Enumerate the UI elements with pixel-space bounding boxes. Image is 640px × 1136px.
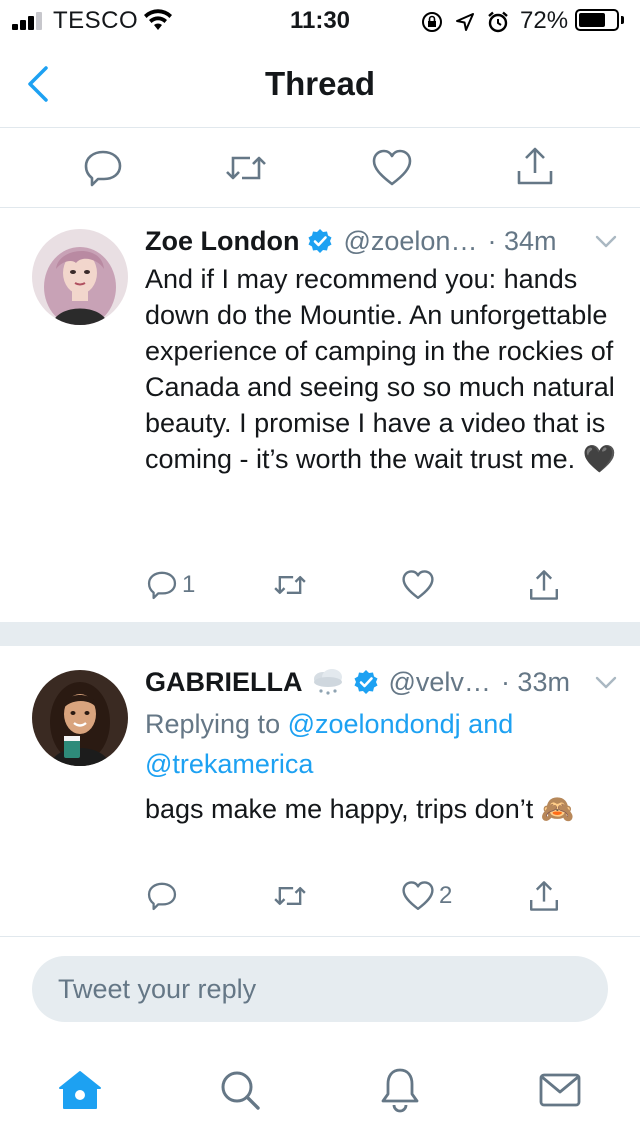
home-icon: [59, 1071, 101, 1109]
like-count: 2: [439, 882, 453, 909]
snow-cloud-emoji-icon: [313, 669, 342, 695]
tweet-gabriella[interactable]: GABRIELLA @velv… · 33m Replying to @zoel…: [0, 646, 640, 936]
reply-icon: [147, 571, 177, 600]
replying-to-user-link[interactable]: @trekamerica: [145, 749, 313, 779]
reply-button[interactable]: [82, 138, 124, 198]
notifications-icon: [381, 1068, 419, 1113]
retweet-button[interactable]: [272, 866, 312, 926]
tab-notifications[interactable]: [370, 1060, 430, 1120]
display-name[interactable]: Zoe London: [145, 226, 299, 257]
verified-badge-icon: [354, 670, 377, 694]
replying-to-joiner[interactable]: and: [468, 709, 513, 739]
tweet-actions: 1: [0, 555, 640, 615]
reply-button[interactable]: 1: [146, 555, 195, 615]
share-button[interactable]: [528, 555, 564, 615]
reply-placeholder: Tweet your reply: [58, 974, 257, 1004]
tweet-actions: 2: [0, 866, 640, 926]
avatar[interactable]: [32, 670, 128, 766]
chevron-down-icon[interactable]: [592, 668, 620, 696]
tweet-reply-input[interactable]: Tweet your reply: [32, 956, 608, 1022]
tweet-text: bags make me happy, trips don’t 🙈: [145, 794, 575, 824]
navigation-header: Thread: [0, 40, 640, 128]
share-icon: [530, 570, 558, 600]
reply-icon: [147, 882, 177, 911]
alarm-icon: [488, 11, 508, 33]
reply-count: 1: [182, 571, 196, 598]
replying-to-user-link[interactable]: @zoelondondj: [288, 709, 461, 739]
battery-percentage: 72%: [520, 7, 569, 34]
tab-home[interactable]: [50, 1060, 110, 1120]
like-icon: [402, 881, 434, 910]
page-title: Thread: [264, 65, 376, 102]
retweet-icon: [226, 156, 266, 180]
share-button[interactable]: [528, 866, 564, 926]
handle[interactable]: @velv…: [389, 667, 491, 698]
retweet-button[interactable]: [272, 555, 312, 615]
battery-icon: [575, 9, 619, 31]
replying-to-label: Replying to: [145, 709, 281, 739]
retweet-icon: [274, 887, 306, 905]
verified-badge-icon: [308, 229, 332, 253]
messages-icon: [539, 1073, 581, 1107]
orientation-lock-icon: [422, 12, 442, 32]
tweet-header: GABRIELLA @velv… · 33m: [145, 664, 620, 700]
tweet-header: Zoe London @zoelon… · 34m: [145, 223, 620, 259]
location-icon: [456, 13, 474, 31]
share-icon: [530, 881, 558, 911]
tab-search[interactable]: [210, 1060, 270, 1120]
search-icon: [221, 1071, 260, 1110]
like-icon: [372, 149, 412, 186]
like-button[interactable]: [371, 138, 413, 198]
display-name[interactable]: GABRIELLA: [145, 667, 303, 698]
handle[interactable]: @zoelon…: [343, 226, 477, 257]
share-icon: [517, 147, 553, 185]
timestamp: · 33m: [500, 666, 570, 697]
tab-messages[interactable]: [530, 1060, 590, 1120]
chevron-down-icon[interactable]: [592, 227, 620, 255]
tweet-text: And if I may recommend you: hands down d…: [145, 264, 617, 474]
status-bar: TESCO 11:30 72%: [0, 0, 640, 40]
share-button[interactable]: [515, 136, 555, 196]
tab-bar: [0, 1050, 640, 1136]
retweet-icon: [274, 576, 306, 594]
thread-separator: [0, 622, 640, 646]
like-icon: [402, 570, 434, 599]
like-button[interactable]: 2: [401, 866, 452, 926]
avatar[interactable]: [32, 229, 128, 325]
timestamp: · 34m: [487, 225, 557, 256]
list-divider: [0, 936, 640, 937]
like-button[interactable]: [401, 555, 439, 615]
parent-tweet-actions: [0, 128, 640, 208]
replying-to: Replying to @zoelondondj and @trekameric…: [145, 704, 620, 784]
reply-icon: [84, 150, 122, 187]
battery-tip: [621, 16, 624, 24]
tweet-zoe-london[interactable]: Zoe London @zoelon… · 34m And if I may r…: [0, 209, 640, 621]
reply-button[interactable]: [146, 866, 182, 926]
retweet-button[interactable]: [223, 138, 269, 198]
